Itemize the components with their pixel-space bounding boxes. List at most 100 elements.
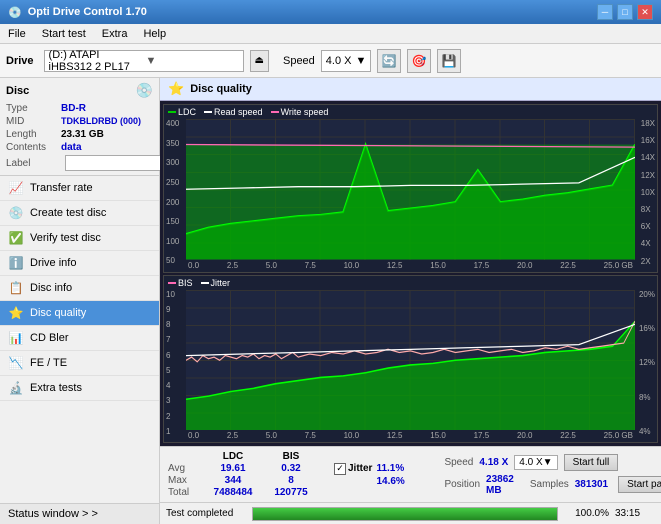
legend-ldc-label: LDC [178,107,196,117]
drive-label: Drive [6,55,34,67]
refresh-button[interactable]: 🔄 [377,49,401,73]
legend-write-speed-label: Write speed [281,107,329,117]
close-button[interactable]: ✕ [637,4,653,20]
top-chart-y-right: 18X 16X 14X 12X 10X 8X 6X 4X 2X [641,119,655,266]
menu-help[interactable]: Help [139,27,170,41]
legend-jitter: Jitter [201,278,231,288]
sidebar-item-verify-test-disc[interactable]: ✅ Verify test disc [0,226,159,251]
stats-total-ldc: 7488484 [204,487,262,498]
y-left-200: 200 [166,198,179,207]
sidebar-item-drive-info[interactable]: ℹ️ Drive info [0,251,159,276]
disc-type-value: BD-R [61,103,86,114]
speed-value: 4.0 X [326,55,352,67]
sidebar: Disc 💿 Type BD-R MID TDKBLDRBD (000) Len… [0,78,160,524]
app-icon: 💿 [8,6,22,19]
disc-label-row: Label 🔍 [6,155,153,171]
speed-stat-select-value: 4.0 X [519,457,542,468]
speed-stat-value: 4.18 X [479,457,508,468]
cd-bler-label: CD Bler [30,332,69,344]
speed-stat-select[interactable]: 4.0 X ▼ [514,455,557,470]
menu-bar: File Start test Extra Help [0,24,661,44]
samples-value: 381301 [575,479,608,490]
y-right-14x: 14X [641,153,655,162]
speed-select[interactable]: 4.0 X ▼ [321,50,372,72]
speed-stat-dropdown-icon: ▼ [543,457,553,468]
y-right-2x: 2X [641,257,655,266]
y-right-4x: 4X [641,239,655,248]
extra-tests-label: Extra tests [30,382,82,394]
menu-extra[interactable]: Extra [98,27,132,41]
y-right-6x: 6X [641,222,655,231]
maximize-button[interactable]: □ [617,4,633,20]
jitter-label: Jitter [348,463,372,474]
create-test-disc-label: Create test disc [30,207,106,219]
y-left-350: 350 [166,139,179,148]
target-button[interactable]: 🎯 [407,49,431,73]
stats-avg-bis: 0.32 [262,463,320,474]
chart-header: ⭐ Disc quality [160,78,661,101]
transfer-rate-label: Transfer rate [30,182,93,194]
sidebar-item-cd-bler[interactable]: 📊 CD Bler [0,326,159,351]
legend-bis-label: BIS [178,278,193,288]
chart-title: Disc quality [190,83,252,95]
jitter-checkbox[interactable]: ✓ [334,463,346,475]
verify-test-disc-icon: ✅ [8,231,24,245]
top-chart-x-axis: 0.0 2.5 5.0 7.5 10.0 12.5 15.0 17.5 20.0… [188,261,633,270]
disc-length-label: Length [6,129,61,140]
y-right-16x: 16X [641,136,655,145]
transfer-rate-icon: 📈 [8,181,24,195]
drive-select[interactable]: (D:) ATAPI iHBS312 2 PL17 ▼ [44,50,244,72]
top-chart: LDC Read speed Write speed [163,104,658,273]
y-left-50: 50 [166,256,179,265]
drive-info-icon: ℹ️ [8,256,24,270]
stats-total-bis: 120775 [262,487,320,498]
stats-row-headers: LDC BIS Avg 19.61 0.32 Max 344 8 Total 7… [168,451,653,498]
disc-quality-icon: ⭐ [8,306,24,320]
legend-jitter-label: Jitter [211,278,231,288]
cd-bler-icon: 📊 [8,331,24,345]
stats-max-jitter: 14.6% [376,476,436,487]
disc-type-row: Type BD-R [6,103,153,114]
disc-header: Disc 💿 [6,82,153,99]
legend-read-speed: Read speed [204,107,263,117]
y-left-150: 150 [166,217,179,226]
stats-avg-ldc: 19.61 [204,463,262,474]
bottom-chart-y-left: 10 9 8 7 6 5 4 3 2 1 [166,290,175,437]
minimize-button[interactable]: ─ [597,4,613,20]
stats-panel: LDC BIS Avg 19.61 0.32 Max 344 8 Total 7… [160,446,661,502]
progress-percent: 100.0% [564,508,609,519]
eject-button[interactable]: ⏏ [250,50,269,72]
save-button[interactable]: 💾 [437,49,461,73]
drive-info-label: Drive info [30,257,76,269]
y-left-400: 400 [166,119,179,128]
sidebar-item-disc-quality[interactable]: ⭐ Disc quality [0,301,159,326]
legend-read-speed-label: Read speed [214,107,263,117]
toolbar: Drive (D:) ATAPI iHBS312 2 PL17 ▼ ⏏ Spee… [0,44,661,78]
bottom-chart: BIS Jitter [163,275,658,444]
y-left-300: 300 [166,158,179,167]
jitter-checkbox-row: ✓ Jitter [334,463,372,475]
sidebar-item-transfer-rate[interactable]: 📈 Transfer rate [0,176,159,201]
status-window-label: Status window > > [8,508,98,520]
sidebar-item-fe-te[interactable]: 📉 FE / TE [0,351,159,376]
progress-label: Test completed [166,508,246,519]
disc-contents-row: Contents data [6,142,153,153]
sidebar-item-disc-info[interactable]: 📋 Disc info [0,276,159,301]
create-test-disc-icon: 💿 [8,206,24,220]
sidebar-item-create-test-disc[interactable]: 💿 Create test disc [0,201,159,226]
start-part-button[interactable]: Start part [618,476,661,493]
stats-bis-header: BIS [262,451,320,462]
verify-test-disc-label: Verify test disc [30,232,101,244]
legend-ldc: LDC [168,107,196,117]
stats-max-bis: 8 [262,475,320,486]
speed-stat-label: Speed [444,457,473,468]
menu-file[interactable]: File [4,27,30,41]
sidebar-item-extra-tests[interactable]: 🔬 Extra tests [0,376,159,401]
sidebar-nav: 📈 Transfer rate 💿 Create test disc ✅ Ver… [0,176,159,503]
status-window-button[interactable]: Status window > > [0,503,159,524]
menu-start-test[interactable]: Start test [38,27,90,41]
title-bar-controls: ─ □ ✕ [597,4,653,20]
disc-contents-label: Contents [6,142,61,153]
progress-time: 33:15 [615,508,655,519]
start-full-button[interactable]: Start full [564,454,619,471]
